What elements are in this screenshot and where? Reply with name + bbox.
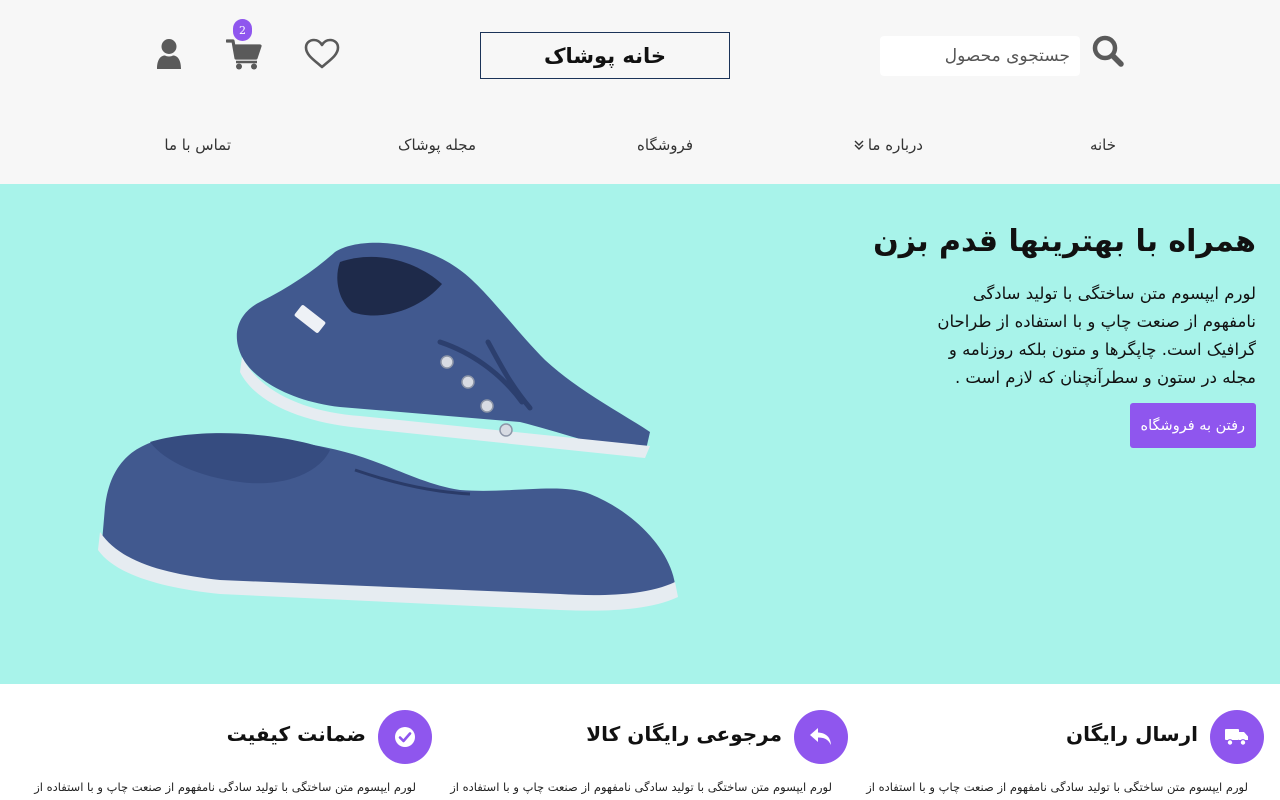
nav-item-shop[interactable]: فروشگاه: [637, 136, 693, 154]
reply-icon: [810, 728, 831, 745]
feature-quality-guarantee: ضمانت کیفیت لورم ایپسوم متن ساختگی با تو…: [32, 710, 432, 800]
feature-description: لورم ایپسوم متن ساختگی با تولید سادگی نا…: [866, 780, 1248, 794]
feature-title: ضمانت کیفیت: [226, 722, 366, 746]
feature-free-shipping: ارسال رایگان لورم ایپسوم متن ساختگی با ت…: [864, 710, 1264, 800]
wishlist-heart-icon[interactable]: [304, 38, 340, 70]
hero-description: لورم ایپسوم متن ساختگی با تولید سادگی نا…: [937, 284, 1256, 387]
site-logo[interactable]: خانه پوشاک: [480, 32, 730, 79]
truck-icon: [1225, 729, 1248, 746]
feature-icon-badge: [378, 710, 432, 764]
feature-description: لورم ایپسوم متن ساختگی با تولید سادگی نا…: [450, 780, 832, 794]
nav-item-home[interactable]: خانه: [1090, 136, 1116, 154]
search-input[interactable]: [880, 36, 1080, 76]
nav-item-magazine[interactable]: مجله پوشاک: [398, 136, 476, 154]
search-icon[interactable]: [1091, 34, 1125, 68]
features-section: ارسال رایگان لورم ایپسوم متن ساختگی با ت…: [0, 684, 1280, 800]
shopping-cart-icon[interactable]: [226, 38, 262, 70]
feature-icon-badge: [1210, 710, 1264, 764]
feature-title: ارسال رایگان: [1066, 722, 1198, 746]
nav-item-about[interactable]: درباره ما: [854, 136, 923, 154]
main-navigation: خانه درباره ما فروشگاه مجله پوشاک تماس ب…: [0, 126, 1280, 166]
search-bar: [880, 30, 1130, 80]
hero-title: همراه با بهترینها قدم بزن: [873, 224, 1256, 259]
feature-description: لورم ایپسوم متن ساختگی با تولید سادگی نا…: [34, 780, 416, 794]
feature-title: مرجوعی رایگان کالا: [586, 722, 782, 746]
double-chevron-down-icon: [854, 140, 864, 150]
blue-sneakers-image: [98, 242, 678, 611]
feature-icon-badge: [794, 710, 848, 764]
hero-banner: همراه با بهترینها قدم بزن لورم ایپسوم مت…: [0, 184, 1280, 684]
site-header: خانه پوشاک 2 خانه درباره ما فروشگاه مجله…: [0, 0, 1280, 184]
feature-free-returns: مرجوعی رایگان کالا لورم ایپسوم متن ساختگ…: [448, 710, 848, 800]
nav-item-contact[interactable]: تماس با ما: [164, 136, 231, 154]
user-account-icon[interactable]: [155, 38, 183, 70]
go-to-shop-button[interactable]: رفتن به فروشگاه: [1129, 403, 1256, 448]
nav-item-about-label: درباره ما: [867, 136, 923, 154]
check-circle-icon: [395, 727, 415, 747]
cart-count-badge: 2: [233, 19, 252, 41]
